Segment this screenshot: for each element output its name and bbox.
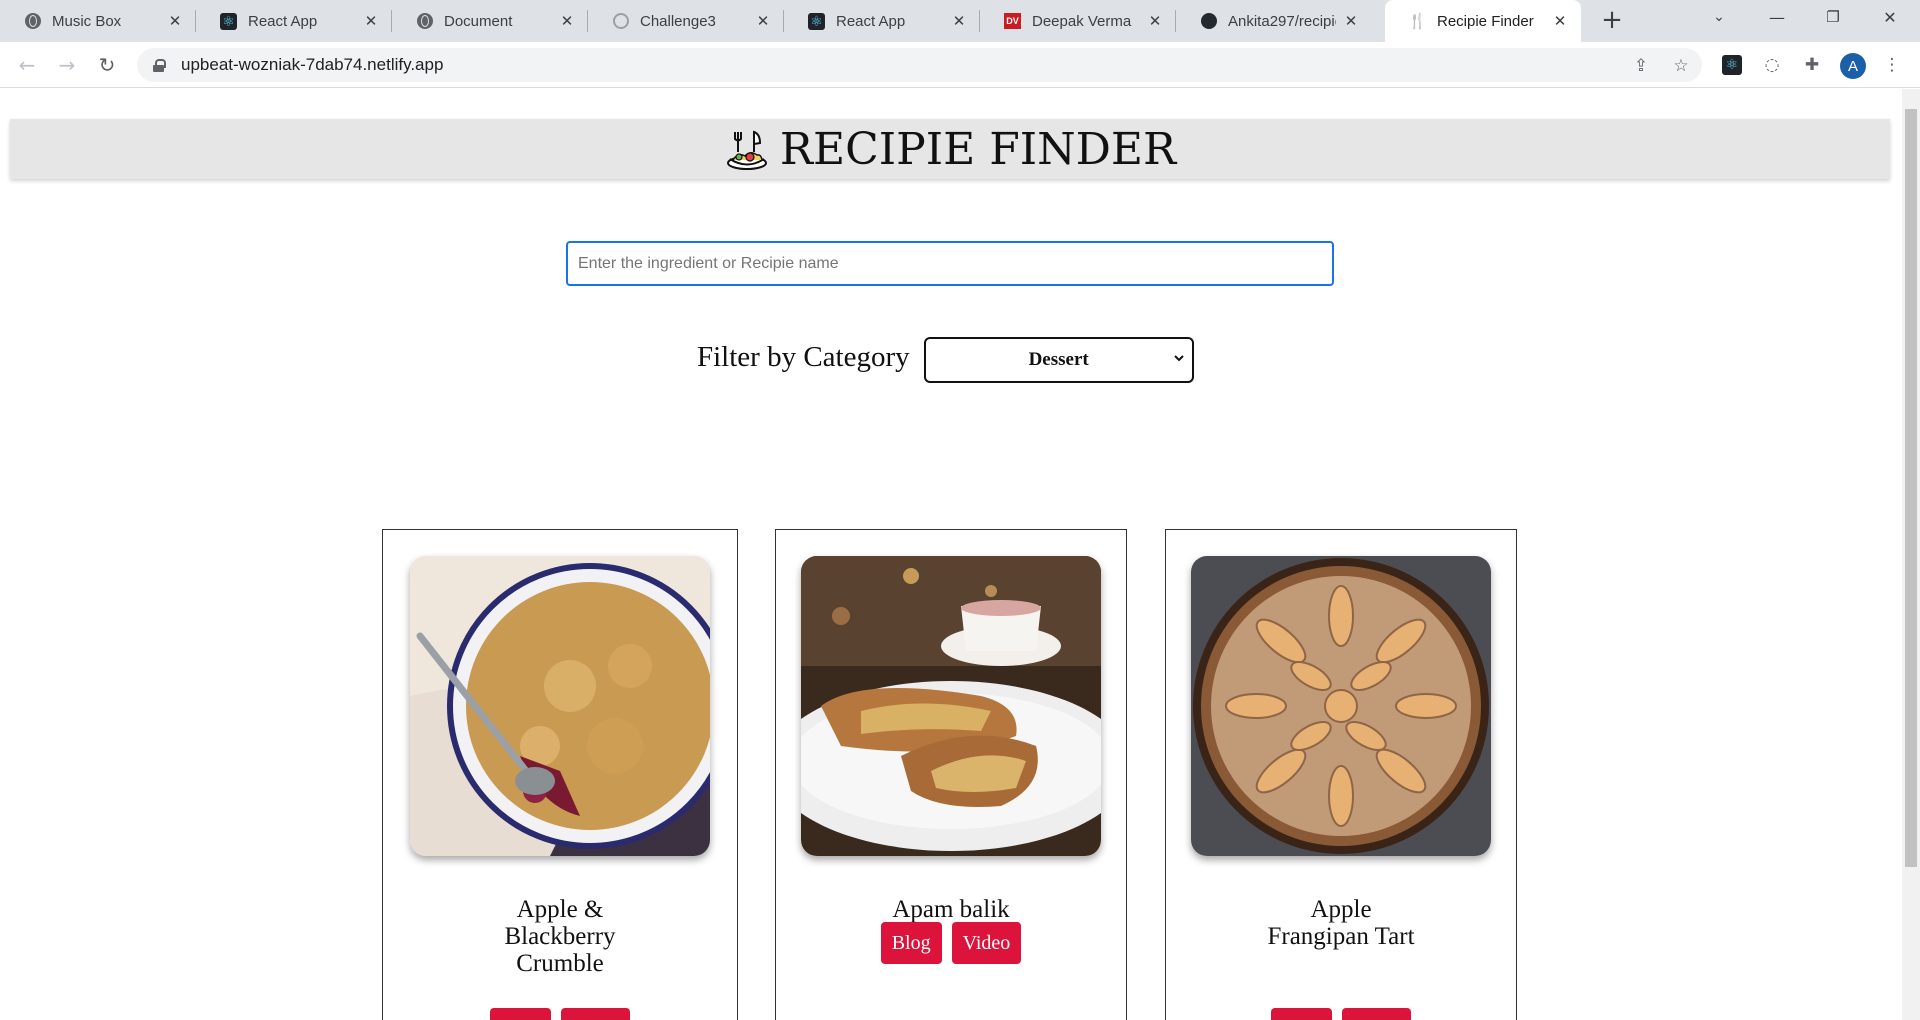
- forward-icon[interactable]: →: [52, 50, 82, 80]
- restore-icon[interactable]: ❐: [1813, 0, 1853, 34]
- category-filter: Filter by Category Dessert: [697, 337, 1194, 383]
- new-tab-icon[interactable]: +: [1599, 7, 1625, 34]
- chef-icon: 🍴: [1408, 13, 1427, 30]
- filter-label: Filter by Category: [697, 340, 910, 373]
- recipe-name: Apam balik: [892, 896, 1010, 923]
- tab-title: Deepak Verma: [1032, 12, 1132, 30]
- loading-icon: [612, 13, 629, 30]
- video-button[interactable]: Video: [951, 922, 1022, 964]
- reload-icon[interactable]: ↻: [92, 50, 122, 80]
- close-tab-icon[interactable]: ✕: [1342, 12, 1360, 30]
- blog-button[interactable]: Blog: [1270, 1008, 1332, 1020]
- close-tab-icon[interactable]: ✕: [754, 12, 772, 30]
- dv-logo-icon: DV: [1004, 13, 1021, 30]
- url-text[interactable]: upbeat-wozniak-7dab74.netlify.app: [181, 55, 443, 75]
- chevron-down-icon: [1173, 355, 1184, 362]
- page-viewport: RECIPIE FINDER Filter by Category Desser…: [0, 89, 1902, 1020]
- recipe-card: Apple Frangipan Tart Blog Video: [1165, 529, 1517, 1020]
- globe-icon: [24, 13, 41, 30]
- bookmark-star-icon[interactable]: ☆: [1671, 56, 1691, 76]
- react-icon: ⚛: [220, 12, 237, 30]
- recipe-card: Apam balik Blog Video: [775, 529, 1127, 1020]
- kebab-menu-icon[interactable]: ⋮: [1880, 53, 1904, 77]
- recipe-name: Apple Frangipan Tart: [1267, 896, 1415, 950]
- recipe-image[interactable]: [410, 556, 710, 856]
- back-icon[interactable]: ←: [12, 50, 42, 80]
- scrollbar-thumb[interactable]: [1905, 109, 1917, 867]
- browser-tab-active[interactable]: 🍴 Recipie Finder ✕: [1385, 0, 1581, 42]
- browser-tab[interactable]: ⚛ React App ✕: [196, 0, 392, 42]
- browser-tab[interactable]: ⚛ React App ✕: [784, 0, 980, 42]
- blog-button[interactable]: Blog: [489, 1008, 551, 1020]
- browser-tab[interactable]: Challenge3 ✕: [588, 0, 784, 42]
- react-devtools-icon[interactable]: ⚛: [1720, 53, 1744, 77]
- tab-title: React App: [836, 12, 906, 30]
- site-header: RECIPIE FINDER: [10, 119, 1890, 179]
- react-icon: ⚛: [808, 12, 825, 30]
- chef-logo-icon: [726, 130, 767, 170]
- share-icon[interactable]: ⇪: [1631, 56, 1651, 76]
- recipe-name: Apple & Blackberry Crumble: [504, 896, 616, 977]
- globe-icon: [416, 13, 433, 30]
- browser-tab[interactable]: Music Box ✕: [0, 0, 196, 42]
- puzzle-extensions-icon[interactable]: ✚: [1800, 53, 1824, 77]
- tab-title: Challenge3: [640, 12, 716, 30]
- browser-tab[interactable]: Document ✕: [392, 0, 588, 42]
- browser-tab[interactable]: DV Deepak Verma ✕: [980, 0, 1176, 42]
- browser-tab[interactable]: Ankita297/recipie ✕: [1176, 0, 1372, 42]
- extension-icon[interactable]: ◌: [1760, 53, 1784, 77]
- recipe-image[interactable]: [801, 556, 1101, 856]
- minimize-icon[interactable]: —: [1757, 0, 1797, 34]
- video-button[interactable]: Video: [560, 1008, 631, 1020]
- close-tab-icon[interactable]: ✕: [166, 12, 184, 30]
- lock-icon[interactable]: [153, 58, 166, 72]
- close-window-icon[interactable]: ✕: [1870, 0, 1910, 34]
- recipe-image[interactable]: [1191, 556, 1491, 856]
- blog-button[interactable]: Blog: [880, 922, 942, 964]
- page-title: RECIPIE FINDER: [779, 123, 1177, 175]
- close-tab-icon[interactable]: ✕: [1146, 12, 1164, 30]
- address-bar[interactable]: upbeat-wozniak-7dab74.netlify.app ⇪ ☆: [137, 48, 1702, 82]
- tab-search-icon[interactable]: ⌄: [1699, 0, 1739, 34]
- browser-toolbar: ← → ↻ upbeat-wozniak-7dab74.netlify.app …: [0, 42, 1920, 88]
- recipe-card: Apple & Blackberry Crumble Blog Video: [382, 529, 738, 1020]
- close-tab-icon[interactable]: ✕: [950, 12, 968, 30]
- profile-avatar[interactable]: A: [1840, 53, 1866, 79]
- page-scrollbar[interactable]: [1902, 89, 1920, 1020]
- tab-title: React App: [248, 12, 318, 30]
- recipe-search-input[interactable]: [566, 241, 1334, 286]
- tab-title: Document: [444, 12, 513, 30]
- tab-title: Recipie Finder: [1437, 12, 1534, 30]
- tab-title: Music Box: [52, 12, 122, 30]
- tab-title: Ankita297/recipie: [1228, 12, 1336, 30]
- close-tab-icon[interactable]: ✕: [558, 12, 576, 30]
- video-button[interactable]: Video: [1341, 1008, 1412, 1020]
- github-icon: [1200, 13, 1217, 30]
- category-select[interactable]: Dessert: [923, 337, 1194, 383]
- browser-tab-strip: Music Box ✕ ⚛ React App ✕ Document ✕ Cha…: [0, 0, 1920, 42]
- category-selected-value: Dessert: [1028, 349, 1089, 370]
- close-tab-icon[interactable]: ✕: [362, 12, 380, 30]
- close-tab-icon[interactable]: ✕: [1551, 12, 1569, 30]
